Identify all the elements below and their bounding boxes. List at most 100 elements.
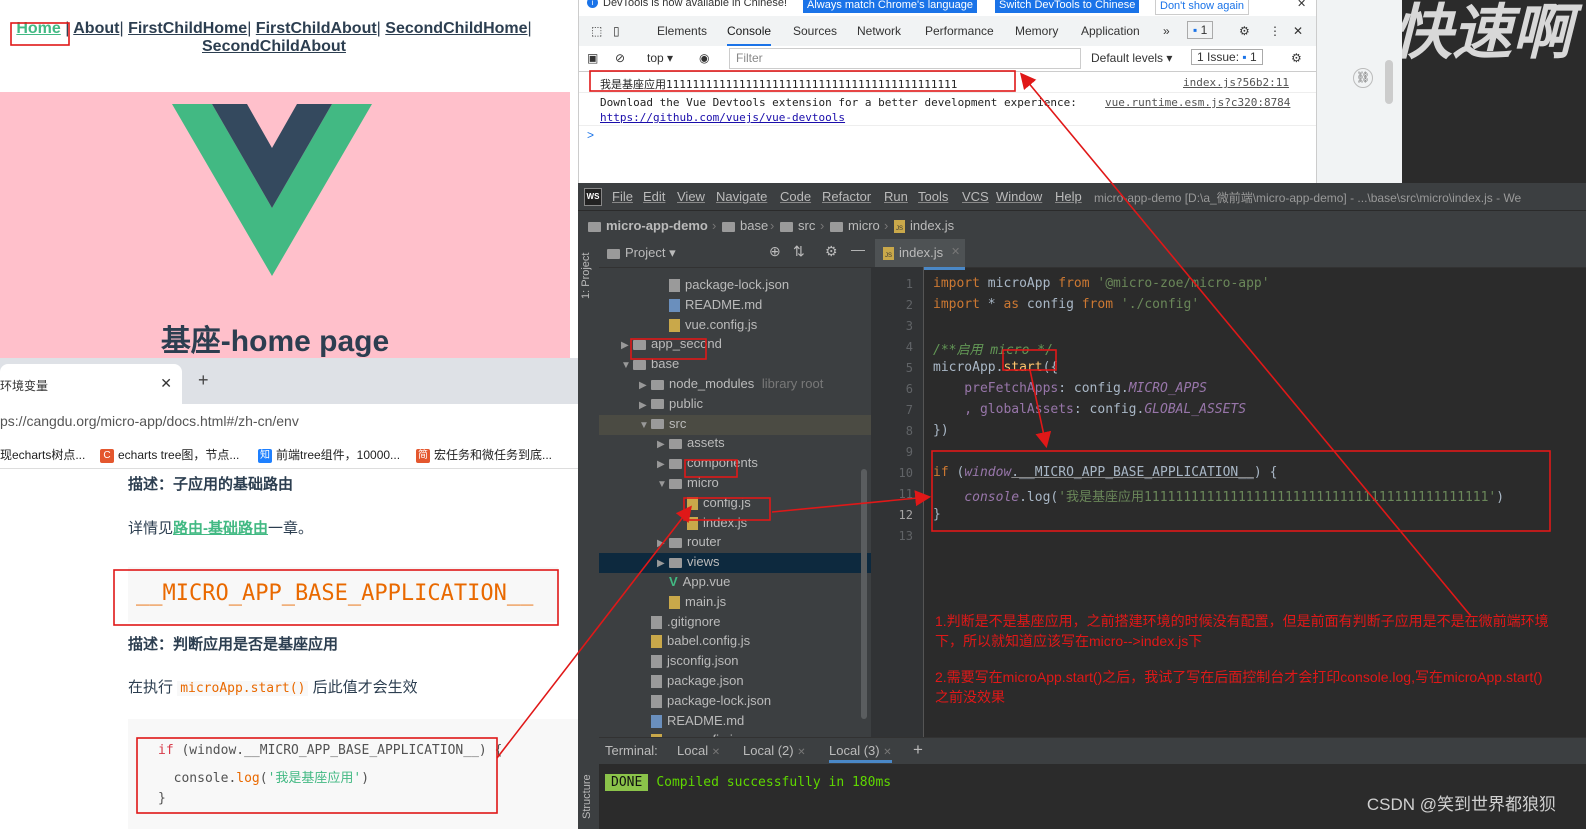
route-doc-link[interactable]: 路由-基础路由 xyxy=(173,520,268,537)
inspect-icon[interactable]: ⬚ xyxy=(591,24,602,38)
tab-application[interactable]: Application xyxy=(1081,24,1140,38)
project-tool-button[interactable]: 1: Project xyxy=(580,253,592,299)
more-menu-icon[interactable]: ⋮ xyxy=(1269,24,1281,38)
tab-sources[interactable]: Sources xyxy=(793,24,837,38)
menu-window[interactable]: Window xyxy=(996,189,1042,204)
tree-item[interactable]: babel.config.js xyxy=(639,631,750,651)
tab-elements[interactable]: Elements xyxy=(657,24,707,38)
breadcrumb-item[interactable]: base xyxy=(722,218,768,233)
tree-item[interactable]: ▼ micro xyxy=(657,473,719,493)
nav-link-about[interactable]: About xyxy=(73,20,119,37)
gear-icon[interactable]: ⚙ xyxy=(1291,51,1302,65)
menu-help[interactable]: Help xyxy=(1055,189,1082,204)
nav-link-second-child-about[interactable]: SecondChildAbout xyxy=(202,38,346,55)
tree-item[interactable]: V App.vue xyxy=(657,572,730,592)
tree-item[interactable]: index.js xyxy=(675,513,747,533)
chevron-down-icon[interactable]: ▼ xyxy=(639,416,651,436)
tree-item[interactable]: ▶ assets xyxy=(657,433,725,453)
close-icon[interactable]: ✕ xyxy=(1297,0,1306,10)
tree-item[interactable]: main.js xyxy=(657,592,726,612)
breadcrumb-item[interactable]: micro-app-demo xyxy=(588,218,708,233)
tree-item[interactable]: ▶ app_second xyxy=(621,334,722,354)
code-line-11[interactable]: console.log('我是基座应用111111111111111111111… xyxy=(933,486,1504,505)
locate-icon[interactable]: ⊕ xyxy=(769,243,781,260)
tree-item[interactable]: ▶ components xyxy=(657,453,758,473)
tree-item[interactable]: package-lock.json xyxy=(639,691,771,711)
code-line-2[interactable]: import * as config from './config' xyxy=(933,297,1199,312)
menu-tools[interactable]: Tools xyxy=(918,189,948,204)
link-icon[interactable]: ⛓ xyxy=(1353,68,1373,88)
chevron-down-icon[interactable]: ▼ xyxy=(621,356,633,376)
breadcrumb-item[interactable]: JS index.js xyxy=(894,218,954,234)
tree-item[interactable]: ▼ src xyxy=(639,414,686,434)
tree-item[interactable]: README.md xyxy=(657,295,762,315)
tab-performance[interactable]: Performance xyxy=(925,24,994,38)
tree-item[interactable]: ▼ base xyxy=(621,354,679,374)
tree-item[interactable]: ▶ public xyxy=(639,394,703,414)
log-source-link[interactable]: vue.runtime.esm.js?c320:8784 xyxy=(1105,96,1290,109)
dont-show-again-button[interactable]: Don't show again xyxy=(1155,0,1250,15)
tree-item[interactable]: vue.config.js xyxy=(657,315,757,335)
add-terminal-icon[interactable]: + xyxy=(913,740,923,760)
code-line-1[interactable]: import microApp from '@micro-zoe/micro-a… xyxy=(933,276,1270,291)
nav-link-home[interactable]: Home xyxy=(16,20,60,37)
nav-link-first-child-about[interactable]: FirstChildAbout xyxy=(256,20,377,37)
tree-item[interactable]: package-lock.json xyxy=(657,275,789,295)
code-line-12[interactable]: } xyxy=(933,507,941,522)
log-source-link[interactable]: index.js?56b2:11 xyxy=(1183,76,1289,89)
tab-network[interactable]: Network xyxy=(857,24,901,38)
code-line-4[interactable]: /**启用 micro */ xyxy=(933,339,1053,358)
context-select[interactable]: top ▾ xyxy=(647,51,673,65)
chevron-down-icon[interactable]: ▼ xyxy=(657,475,669,495)
vue-devtools-link[interactable]: https://github.com/vuejs/vue-devtools xyxy=(600,111,845,124)
tab-console[interactable]: Console xyxy=(727,24,772,46)
code-line-7[interactable]: , globalAssets: config.GLOBAL_ASSETS xyxy=(933,402,1246,417)
menu-run[interactable]: Run xyxy=(884,189,908,204)
terminal-tab-local-3[interactable]: Local (3) ✕ xyxy=(829,743,892,763)
tree-item[interactable]: ▶ views xyxy=(657,552,720,572)
bookmark-item[interactable]: Cecharts tree图，节点... xyxy=(100,446,239,463)
eye-icon[interactable]: ◉ xyxy=(699,51,709,65)
nav-link-second-child-home[interactable]: SecondChildHome xyxy=(385,20,527,37)
menu-refactor[interactable]: Refactor xyxy=(822,189,871,204)
tree-item[interactable]: ▶ router xyxy=(657,532,721,552)
gear-icon[interactable]: ⚙ xyxy=(825,243,838,260)
switch-to-chinese-button[interactable]: Switch DevTools to Chinese xyxy=(995,0,1140,13)
more-tabs-icon[interactable]: » xyxy=(1163,24,1170,38)
console-filter-input[interactable]: Filter xyxy=(729,48,1081,69)
bookmark-item[interactable]: 简宏任务和微任务到底... xyxy=(416,446,552,463)
tree-item[interactable]: README.md xyxy=(639,711,744,731)
close-icon[interactable]: ✕ xyxy=(951,245,960,258)
code-line-10[interactable]: if (window.__MICRO_APP_BASE_APPLICATION_… xyxy=(933,465,1277,480)
scrollbar[interactable] xyxy=(1385,60,1393,104)
editor-tab-index-js[interactable]: JS index.js ✕ xyxy=(875,239,965,270)
code-line-5[interactable]: microApp.start({ xyxy=(933,360,1058,375)
hide-icon[interactable]: — xyxy=(851,241,865,257)
tree-item[interactable]: ▶ node_modules library root xyxy=(639,374,823,394)
address-bar[interactable]: ps://cangdu.org/micro-app/docs.html#/zh-… xyxy=(0,404,578,438)
code-line-8[interactable]: }) xyxy=(933,423,949,438)
terminal-tab-local-2[interactable]: Local (2) ✕ xyxy=(743,743,806,758)
console-prompt[interactable]: > xyxy=(587,128,594,142)
issue-counter[interactable]: 1 Issue: ▪ 1 xyxy=(1191,49,1263,65)
always-match-language-button[interactable]: Always match Chrome's language xyxy=(803,0,977,13)
tree-item[interactable]: .gitignore xyxy=(639,612,720,632)
menu-edit[interactable]: Edit xyxy=(643,189,665,204)
issues-badge[interactable]: ▪ 1 xyxy=(1187,21,1214,39)
url-text[interactable]: ps://cangdu.org/micro-app/docs.html#/zh-… xyxy=(0,413,299,429)
project-view-select[interactable]: Project ▾ xyxy=(607,245,676,261)
close-icon[interactable]: ✕ xyxy=(160,375,172,392)
structure-tool-button[interactable]: Structure xyxy=(581,774,593,819)
clear-console-icon[interactable]: ⊘ xyxy=(615,51,625,65)
browser-tab[interactable]: 环境变量 ✕ xyxy=(0,364,182,404)
collapse-icon[interactable]: ⇅ xyxy=(793,243,805,260)
tree-item[interactable]: package.json xyxy=(639,671,744,691)
terminal-tab-local[interactable]: Local ✕ xyxy=(677,743,720,758)
tree-item[interactable]: config.js xyxy=(675,493,751,513)
menu-code[interactable]: Code xyxy=(780,189,811,204)
breadcrumb-item[interactable]: src xyxy=(780,218,815,233)
menu-vcs[interactable]: VCS xyxy=(962,189,989,204)
breadcrumb-item[interactable]: micro xyxy=(830,218,880,233)
bookmark-item[interactable]: 现echarts树点... xyxy=(0,446,85,463)
tree-item[interactable]: jsconfig.json xyxy=(639,651,739,671)
